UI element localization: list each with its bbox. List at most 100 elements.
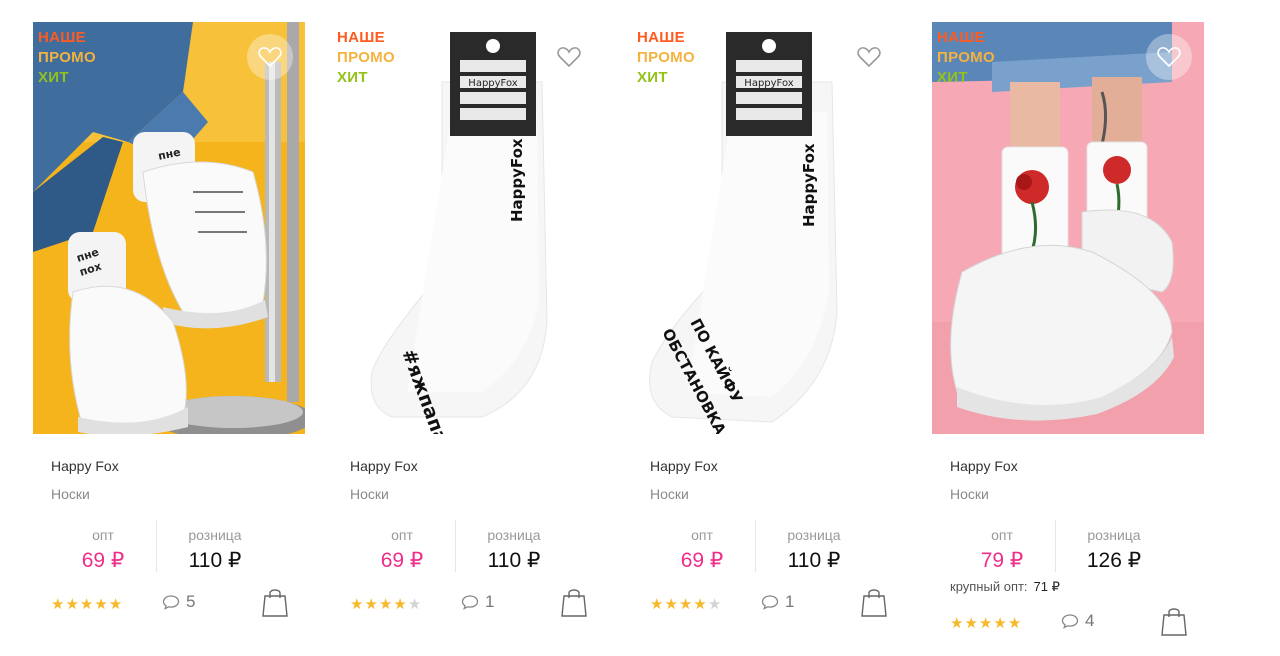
heart-icon	[1157, 47, 1181, 68]
badges: НАШЕ ПРОМО ХИТ	[937, 28, 995, 88]
favorite-button[interactable]	[1146, 34, 1192, 80]
add-to-cart-button[interactable]	[1160, 605, 1188, 642]
star-icon: ★	[978, 615, 993, 632]
bulk-value: 71 ₽	[1033, 579, 1060, 594]
rating-row: ★ ★ ★ ★ ★ 5	[51, 589, 291, 618]
product-image[interactable]: пне пох пне пох НАШЕ ПРОМО ХИТ	[33, 22, 305, 434]
price-block: опт 79 ₽ розница 126 ₽	[950, 520, 1204, 580]
price-block: опт 69 ₽ розница 110 ₽	[650, 520, 904, 580]
reviews-count: 5	[186, 592, 196, 611]
opt-label: опт	[92, 527, 114, 543]
star-icon: ★	[707, 596, 722, 613]
reviews-link[interactable]: 5	[162, 592, 195, 612]
star-icon: ★	[964, 615, 978, 632]
reviews-link[interactable]: 1	[461, 592, 494, 612]
product-category: Носки	[950, 486, 989, 502]
reviews-link[interactable]: 4	[1061, 611, 1094, 631]
star-icon: ★	[664, 596, 678, 613]
price-block: опт 69 ₽ розница 110 ₽	[350, 520, 604, 580]
opt-label: опт	[991, 527, 1013, 543]
retail-price: 126 ₽	[1086, 549, 1142, 572]
heart-icon	[557, 47, 581, 68]
favorite-button[interactable]	[546, 34, 592, 80]
price-block: опт 69 ₽ розница 110 ₽	[51, 520, 305, 580]
rating-stars: ★ ★ ★ ★ ★	[350, 595, 421, 615]
badge-promo: ПРОМО	[337, 49, 395, 66]
add-to-cart-button[interactable]	[560, 586, 588, 623]
rating-stars: ★ ★ ★ ★ ★	[650, 595, 721, 615]
product-card-1[interactable]: пне пох пне пох НАШЕ ПРОМО ХИТ Happy Fox…	[33, 22, 305, 642]
product-brand[interactable]: Happy Fox	[650, 458, 718, 474]
star-icon: ★	[79, 596, 94, 613]
star-icon: ★	[350, 596, 364, 613]
reviews-count: 1	[785, 592, 795, 611]
badge-new: НАШЕ	[637, 29, 685, 46]
product-brand[interactable]: Happy Fox	[950, 458, 1018, 474]
rating-stars: ★ ★ ★ ★ ★	[51, 595, 122, 615]
rating-row: ★ ★ ★ ★ ★ 1	[650, 589, 890, 618]
star-icon: ★	[1007, 615, 1022, 632]
badges: НАШЕ ПРОМО ХИТ	[337, 28, 395, 88]
product-category: Носки	[350, 486, 389, 502]
star-icon: ★	[378, 596, 393, 613]
product-card-4[interactable]: НАШЕ ПРОМО ХИТ Happy Fox Носки опт 79 ₽ р…	[932, 22, 1204, 642]
tag-logo-text: HappyFox	[744, 78, 793, 89]
star-icon: ★	[108, 596, 123, 613]
rating-row: ★ ★ ★ ★ ★ 1	[350, 589, 590, 618]
product-image[interactable]: HappyFox HappyFox #яжпапа НАШЕ ПРОМО ХИТ	[332, 22, 604, 434]
bulk-price: крупный опт: 71 ₽	[950, 579, 1060, 595]
star-icon: ★	[364, 596, 378, 613]
star-icon: ★	[94, 596, 108, 613]
badges: НАШЕ ПРОМО ХИТ	[38, 28, 96, 88]
bulk-label: крупный опт:	[950, 579, 1028, 594]
badge-hit: ХИТ	[337, 69, 368, 86]
badge-promo: ПРОМО	[937, 49, 995, 66]
opt-price: 69 ₽	[81, 549, 125, 572]
badge-hit: ХИТ	[937, 69, 968, 86]
tag-logo-text: HappyFox	[468, 78, 517, 89]
opt-label: опт	[391, 527, 413, 543]
shopping-bag-icon	[1161, 608, 1187, 636]
retail-price: 110 ₽	[188, 549, 242, 572]
retail-label: розница	[1087, 527, 1141, 543]
star-icon: ★	[993, 615, 1007, 632]
product-brand[interactable]: Happy Fox	[350, 458, 418, 474]
badge-promo: ПРОМО	[637, 49, 695, 66]
star-icon: ★	[678, 596, 693, 613]
product-card-2[interactable]: HappyFox HappyFox #яжпапа НАШЕ ПРОМО ХИТ…	[332, 22, 604, 642]
product-category: Носки	[51, 486, 90, 502]
product-brand[interactable]: Happy Fox	[51, 458, 119, 474]
opt-price: 79 ₽	[980, 549, 1024, 572]
sock-logo-text: HappyFox	[800, 143, 818, 227]
comment-icon	[162, 595, 180, 610]
star-icon: ★	[950, 615, 964, 632]
sock-logo-text: HappyFox	[508, 138, 526, 222]
star-icon: ★	[393, 596, 407, 613]
product-category: Носки	[650, 486, 689, 502]
heart-icon	[258, 47, 282, 68]
add-to-cart-button[interactable]	[261, 586, 289, 623]
add-to-cart-button[interactable]	[860, 586, 888, 623]
reviews-count: 1	[485, 592, 495, 611]
product-image[interactable]: НАШЕ ПРОМО ХИТ	[932, 22, 1204, 434]
badge-hit: ХИТ	[38, 69, 69, 86]
favorite-button[interactable]	[247, 34, 293, 80]
favorite-button[interactable]	[846, 34, 892, 80]
badge-new: НАШЕ	[337, 29, 385, 46]
product-card-3[interactable]: HappyFox HappyFox ОБСТАНОВКА ПО КАЙФУ НА…	[632, 22, 904, 642]
product-image[interactable]: HappyFox HappyFox ОБСТАНОВКА ПО КАЙФУ НА…	[632, 22, 904, 434]
comment-icon	[1061, 614, 1079, 629]
opt-price: 69 ₽	[680, 549, 724, 572]
rating-stars: ★ ★ ★ ★ ★	[950, 614, 1021, 634]
retail-price: 110 ₽	[487, 549, 541, 572]
star-icon: ★	[693, 596, 707, 613]
star-icon: ★	[65, 596, 79, 613]
reviews-link[interactable]: 1	[761, 592, 794, 612]
comment-icon	[461, 595, 479, 610]
star-icon: ★	[650, 596, 664, 613]
shopping-bag-icon	[861, 589, 887, 617]
shopping-bag-icon	[262, 589, 288, 617]
badges: НАШЕ ПРОМО ХИТ	[637, 28, 695, 88]
opt-price: 69 ₽	[380, 549, 424, 572]
opt-label: опт	[691, 527, 713, 543]
